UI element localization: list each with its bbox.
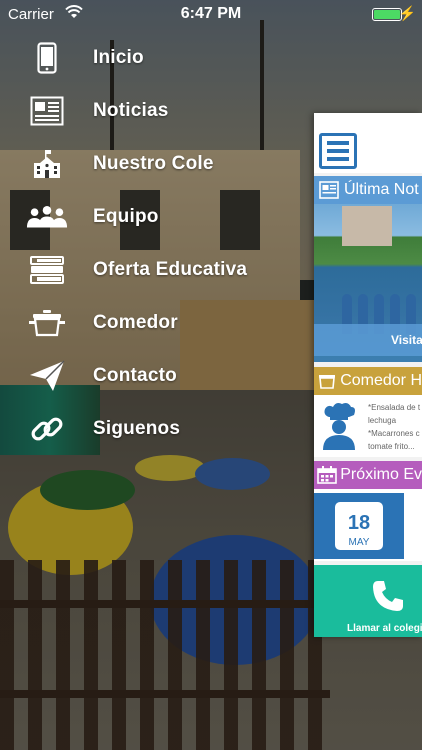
- menu-item-label: Comedor: [93, 312, 178, 333]
- books-icon: [26, 250, 68, 290]
- status-bar: Carrier 6:47 PM ⚡: [0, 0, 422, 28]
- menu-item-noticias[interactable]: Noticias: [0, 86, 300, 136]
- event-month: MAY: [348, 537, 370, 548]
- menu-item-comedor[interactable]: Comedor: [0, 298, 300, 348]
- battery-icon: [372, 8, 402, 21]
- canteen-card[interactable]: *Ensalada de t lechuga *Macarrones c tom…: [314, 395, 422, 457]
- newspaper-icon: [314, 181, 344, 199]
- event-date-badge: 18 MAY: [314, 493, 404, 559]
- call-school-label: Llamar al colegio: [347, 623, 422, 634]
- canteen-header: Comedor H: [314, 367, 422, 395]
- cooking-pot-icon: [314, 373, 340, 389]
- latest-news-image[interactable]: Visita: [314, 204, 422, 362]
- calendar-page: 18 MAY: [332, 499, 386, 553]
- menu-item-label: Inicio: [93, 47, 144, 68]
- calendar-ring: [365, 502, 369, 512]
- newspaper-icon: [26, 91, 68, 131]
- app-main-panel[interactable]: Última Not Visita Comedor H *Ensalada de…: [314, 113, 422, 637]
- menu-item-label: Siguenos: [93, 418, 181, 439]
- menu-item-contacto[interactable]: Contacto: [0, 351, 300, 401]
- app-top-bar: [314, 113, 422, 173]
- latest-news-header: Última Not: [314, 176, 422, 204]
- battery-fill: [374, 10, 400, 19]
- menu-item-label: Contacto: [93, 365, 177, 386]
- call-school-button[interactable]: Llamar al colegio: [314, 565, 422, 637]
- link-icon: [26, 409, 68, 449]
- calendar-ring: [345, 502, 349, 512]
- canteen-title: Comedor H: [340, 372, 422, 389]
- canteen-menu-line: *Macarrones c: [368, 429, 420, 438]
- menu-item-nuestro-cole[interactable]: Nuestro Cole: [0, 139, 300, 189]
- chef-icon: [320, 401, 358, 451]
- next-event-title: Próximo Ev: [340, 466, 422, 483]
- hamburger-menu-icon[interactable]: [319, 133, 357, 169]
- cooking-pot-icon: [26, 303, 68, 343]
- canteen-menu-line: tomate frito...: [368, 442, 415, 451]
- calendar-ring: [355, 502, 359, 512]
- phone-icon: [371, 579, 405, 618]
- menu-item-inicio[interactable]: Inicio: [0, 33, 300, 83]
- menu-item-label: Nuestro Cole: [93, 153, 214, 174]
- latest-news-caption: Visita: [314, 324, 422, 356]
- menu-item-siguenos[interactable]: Siguenos: [0, 404, 300, 454]
- school-building-icon: [26, 144, 68, 184]
- event-day: 18: [347, 512, 371, 534]
- menu-item-label: Equipo: [93, 206, 159, 227]
- paper-plane-icon: [26, 356, 68, 396]
- news-image-building: [342, 206, 392, 246]
- canteen-menu-text: *Ensalada de t lechuga *Macarrones c tom…: [368, 401, 420, 453]
- menu-item-label: Noticias: [93, 100, 169, 121]
- menu-item-oferta-educativa[interactable]: Oferta Educativa: [0, 245, 300, 295]
- charging-bolt-icon: ⚡: [398, 5, 416, 21]
- canteen-menu-line: *Ensalada de t: [368, 403, 421, 412]
- calendar-icon: [314, 466, 340, 484]
- latest-news-title: Última Not: [344, 181, 419, 198]
- menu-item-label: Oferta Educativa: [93, 259, 248, 280]
- next-event-header: Próximo Ev: [314, 461, 422, 489]
- canteen-menu-line: lechuga: [368, 416, 397, 425]
- next-event-card[interactable]: 18 MAY: [314, 489, 422, 561]
- clock: 6:47 PM: [180, 5, 242, 22]
- menu-item-equipo[interactable]: Equipo: [0, 192, 300, 242]
- smartphone-icon: [26, 38, 68, 78]
- team-icon: [26, 197, 68, 237]
